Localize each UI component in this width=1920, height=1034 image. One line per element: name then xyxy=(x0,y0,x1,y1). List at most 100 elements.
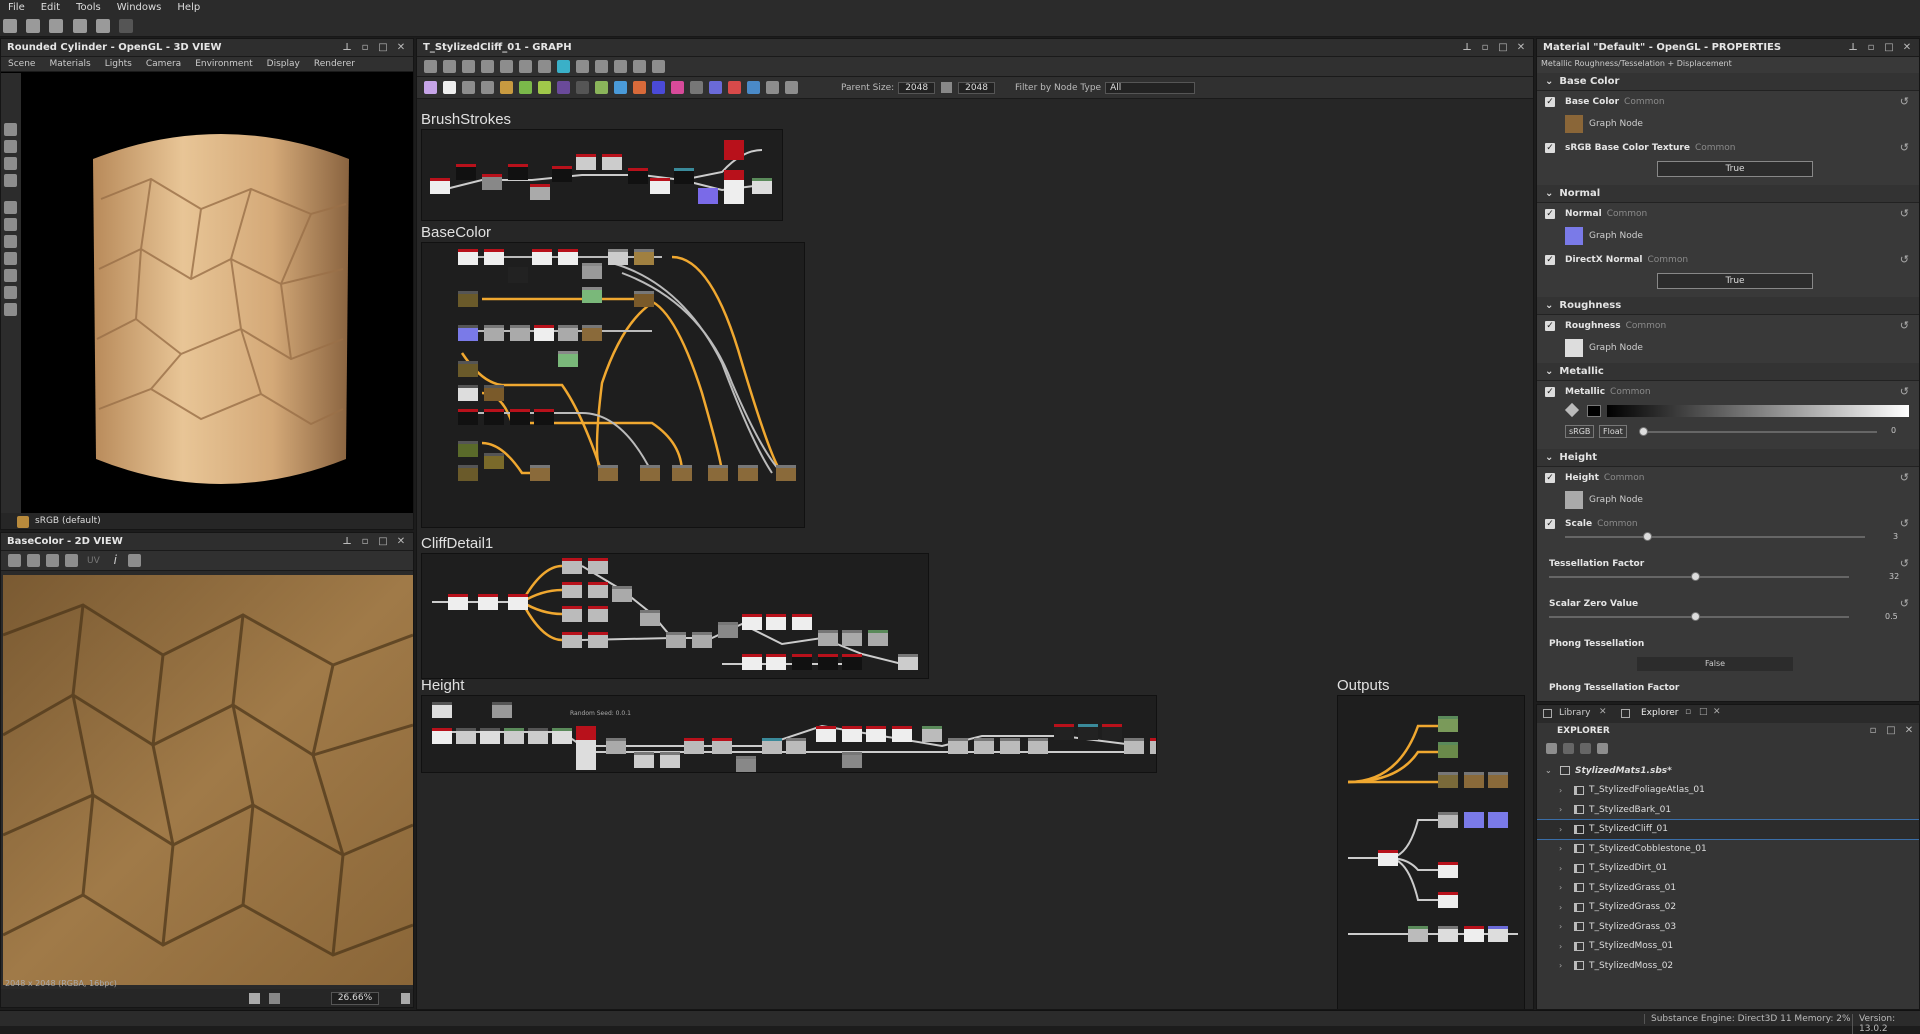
chevron-right-icon[interactable]: › xyxy=(1559,825,1569,834)
graph-node[interactable] xyxy=(576,154,596,170)
graph-node[interactable] xyxy=(484,385,504,401)
tab-explorer-close-icon[interactable]: ✕ xyxy=(1713,707,1721,717)
checkbox[interactable]: ✓ xyxy=(1545,321,1555,331)
explorer-graph-item[interactable]: › T_StylizedMoss_02 xyxy=(1537,956,1919,976)
phong-toggle-button[interactable]: False xyxy=(1637,657,1793,671)
output-node[interactable] xyxy=(1378,850,1398,866)
chevron-right-icon[interactable]: › xyxy=(1559,844,1569,853)
graph-node[interactable] xyxy=(1000,738,1020,754)
graph-node[interactable] xyxy=(458,465,478,481)
histogram-icon[interactable] xyxy=(127,554,141,567)
view3d-menu-scene[interactable]: Scene xyxy=(1,59,42,69)
reset-icon[interactable]: ↺ xyxy=(1900,517,1909,530)
graph-node[interactable] xyxy=(816,726,836,742)
new-graph-icon[interactable] xyxy=(26,19,41,33)
graph-node[interactable] xyxy=(1150,738,1156,754)
output-node[interactable] xyxy=(1438,926,1458,942)
section-base-color[interactable]: ⌄ Base Color xyxy=(1537,73,1919,91)
graph-node[interactable] xyxy=(640,465,660,481)
graph-node[interactable] xyxy=(458,291,478,307)
float-icon[interactable]: ▫ xyxy=(1479,42,1491,54)
node-text-icon[interactable] xyxy=(709,81,722,94)
maximize-icon[interactable]: □ xyxy=(1885,725,1897,737)
scale-slider-knob[interactable] xyxy=(1643,532,1652,541)
brush-icon[interactable] xyxy=(1597,742,1608,754)
graph-node[interactable] xyxy=(530,465,550,481)
explorer-graph-item[interactable]: › T_StylizedMoss_01 xyxy=(1537,937,1919,957)
graph-node[interactable] xyxy=(868,630,888,646)
tab-library[interactable]: Library xyxy=(1559,708,1590,718)
graph-node[interactable] xyxy=(484,249,504,265)
reset-icon[interactable]: ↺ xyxy=(1900,471,1909,484)
graph-node[interactable] xyxy=(650,178,670,194)
graph-node[interactable] xyxy=(484,453,504,469)
graph-node[interactable] xyxy=(534,325,554,341)
graph-node[interactable] xyxy=(552,166,572,182)
toggle-button[interactable]: True xyxy=(1657,273,1813,289)
graph-node[interactable] xyxy=(1124,738,1144,754)
scale-slider[interactable] xyxy=(1565,536,1865,538)
reset-icon[interactable]: ↺ xyxy=(1900,557,1909,570)
frame-icon[interactable] xyxy=(424,60,437,73)
explorer-graph-item[interactable]: › T_StylizedGrass_02 xyxy=(1537,898,1919,918)
output-node[interactable] xyxy=(1464,926,1484,942)
graph-node[interactable] xyxy=(484,325,504,341)
graph-node[interactable] xyxy=(576,726,596,770)
metallic-slider-knob[interactable] xyxy=(1639,427,1648,436)
menu-edit[interactable]: Edit xyxy=(33,2,68,13)
move-icon[interactable] xyxy=(269,993,280,1004)
frame-brushstrokes[interactable] xyxy=(421,129,783,221)
graph-node[interactable] xyxy=(692,632,712,648)
scalar-zero-slider-knob[interactable] xyxy=(1691,612,1700,621)
save-icon[interactable] xyxy=(1546,742,1557,754)
graph-node[interactable] xyxy=(766,654,786,670)
reset-icon[interactable]: ↺ xyxy=(1900,385,1909,398)
node-bitmap-icon[interactable] xyxy=(424,81,437,94)
graph-node[interactable] xyxy=(634,752,654,768)
link-size-icon[interactable] xyxy=(941,82,953,93)
close-icon[interactable]: ✕ xyxy=(395,42,407,54)
texture-preview[interactable] xyxy=(3,575,413,985)
metallic-slider[interactable] xyxy=(1641,431,1877,433)
graph-node[interactable] xyxy=(510,325,530,341)
graph-node[interactable] xyxy=(432,728,452,744)
graph-node[interactable] xyxy=(588,582,608,598)
size2-select[interactable]: 2048 xyxy=(958,81,995,94)
tab-library-close-icon[interactable]: ✕ xyxy=(1599,707,1607,717)
graph-node[interactable] xyxy=(588,606,608,622)
lock-icon[interactable] xyxy=(401,993,410,1004)
undo-icon[interactable] xyxy=(95,19,110,33)
menu-file[interactable]: File xyxy=(0,2,33,13)
redo-icon[interactable] xyxy=(118,19,133,33)
graph-node[interactable] xyxy=(674,168,694,184)
explorer-graph-item[interactable]: › T_StylizedFoliageAtlas_01 xyxy=(1537,781,1919,801)
view3d-menu-camera[interactable]: Camera xyxy=(139,59,188,69)
output-node[interactable] xyxy=(1464,772,1484,788)
colorspace-select[interactable]: sRGB (default) xyxy=(35,516,101,526)
explorer-graph-item[interactable]: › T_StylizedGrass_01 xyxy=(1537,878,1919,898)
output-node[interactable] xyxy=(1438,716,1458,732)
chevron-right-icon[interactable]: › xyxy=(1559,961,1569,970)
graph-node[interactable] xyxy=(582,263,602,279)
thumbnail[interactable] xyxy=(1565,339,1583,357)
new-icon[interactable] xyxy=(1563,742,1574,754)
tab-explorer-float-icon[interactable]: ▫ xyxy=(1685,707,1691,717)
frame-node-icon[interactable] xyxy=(766,81,779,94)
graph-node[interactable] xyxy=(582,287,602,303)
section-height[interactable]: ⌄ Height xyxy=(1537,449,1919,467)
view3d-menu-environment[interactable]: Environment xyxy=(188,59,259,69)
node-curve-icon[interactable] xyxy=(576,81,589,94)
output-node[interactable] xyxy=(1438,862,1458,878)
chevron-right-icon[interactable]: › xyxy=(1559,864,1569,873)
brush-icon[interactable] xyxy=(633,60,646,73)
graph-node[interactable] xyxy=(948,738,968,754)
chevron-right-icon[interactable]: › xyxy=(1559,883,1569,892)
float-icon[interactable]: ▫ xyxy=(359,42,371,54)
search-icon[interactable] xyxy=(500,60,513,73)
graph-node[interactable] xyxy=(672,465,692,481)
chevron-right-icon[interactable]: › xyxy=(1559,786,1569,795)
grid-icon[interactable] xyxy=(4,201,17,214)
cube-icon[interactable] xyxy=(4,235,17,248)
maximize-icon[interactable]: □ xyxy=(1883,42,1895,54)
connect-icon[interactable] xyxy=(519,60,532,73)
